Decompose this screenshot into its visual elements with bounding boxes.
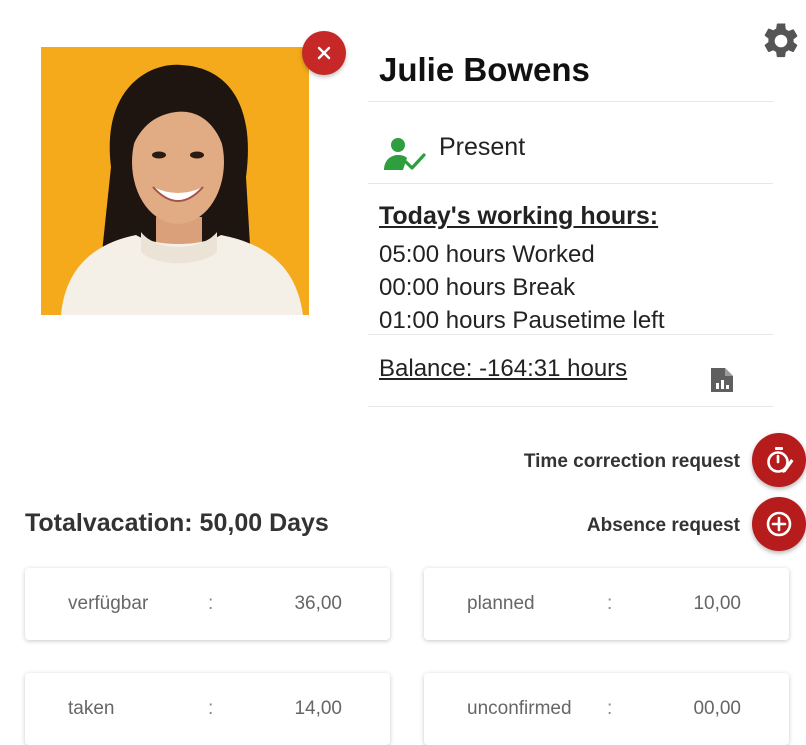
time-correction-button[interactable] [752, 433, 806, 487]
card-separator: : [607, 698, 613, 719]
card-separator: : [208, 593, 214, 614]
status-label: Present [439, 133, 526, 161]
profile-photo-image [41, 47, 309, 315]
card-label: taken [68, 698, 115, 719]
divider [368, 183, 773, 184]
card-value: 36,00 [294, 593, 342, 614]
close-button[interactable] [302, 31, 346, 75]
card-separator: : [208, 698, 214, 719]
user-check-icon [383, 136, 427, 172]
vacation-card-taken: taken : 14,00 [25, 673, 390, 745]
report-file-icon [711, 368, 733, 392]
card-value: 00,00 [693, 698, 741, 719]
card-label: verfügbar [68, 593, 149, 614]
absence-request-label[interactable]: Absence request [587, 515, 740, 537]
vacation-card-unconfirmed: unconfirmed : 00,00 [424, 673, 789, 745]
absence-request-button[interactable] [752, 497, 806, 551]
add-circle-icon [766, 511, 792, 537]
divider [368, 334, 773, 335]
profile-photo [41, 47, 309, 315]
report-button[interactable] [709, 366, 735, 394]
close-icon [317, 46, 331, 60]
hours-worked: 05:00 hours Worked [379, 241, 595, 268]
card-label: unconfirmed [467, 698, 572, 719]
time-correction-label[interactable]: Time correction request [524, 451, 740, 473]
settings-button[interactable] [760, 20, 802, 62]
card-value: 10,00 [693, 593, 741, 614]
employee-name: Julie Bowens [379, 51, 590, 88]
divider [368, 406, 773, 407]
vacation-card-planned: planned : 10,00 [424, 568, 789, 640]
card-label: planned [467, 593, 535, 614]
hours-break: 00:00 hours Break [379, 274, 576, 301]
divider [368, 101, 773, 102]
card-separator: : [607, 593, 613, 614]
timer-edit-icon [767, 447, 794, 473]
working-hours-title: Today's working hours: [379, 202, 659, 230]
vacation-card-available: verfügbar : 36,00 [25, 568, 390, 640]
card-value: 14,00 [294, 698, 342, 719]
total-vacation: Totalvacation: 50,00 Days [25, 509, 329, 537]
pausetime-left: 01:00 hours Pausetime left [379, 307, 665, 334]
balance-link[interactable]: Balance: -164:31 hours [379, 355, 627, 383]
gear-icon [764, 23, 798, 58]
